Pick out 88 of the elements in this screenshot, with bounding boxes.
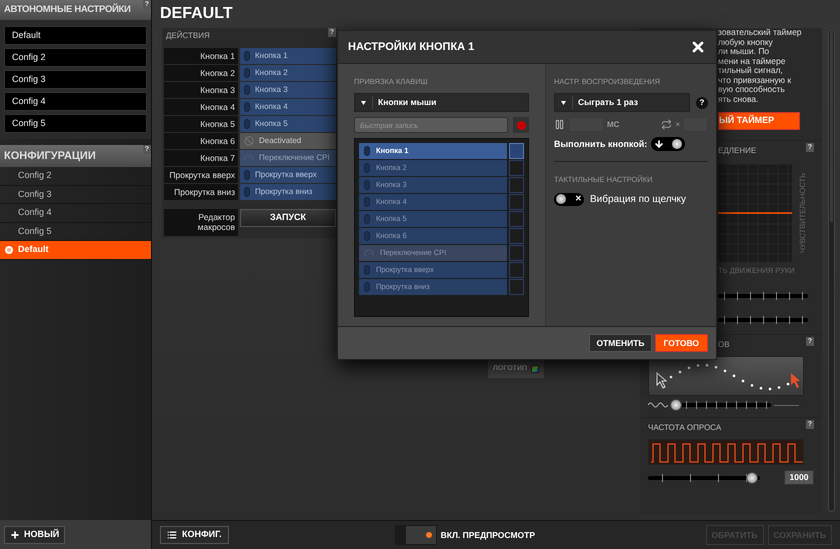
multiply-label: × bbox=[675, 118, 680, 131]
page-title: DEFAULT bbox=[160, 4, 233, 24]
binding-button[interactable]: Переключение CPI bbox=[240, 150, 336, 166]
option-checkbox[interactable] bbox=[509, 245, 524, 261]
config-item[interactable]: Config 3 bbox=[0, 186, 151, 204]
action-label: Кнопка 7 bbox=[164, 150, 238, 166]
option-checkbox[interactable] bbox=[509, 143, 524, 159]
binding-button[interactable]: Кнопка 3 bbox=[240, 82, 336, 98]
slider-thumb[interactable] bbox=[746, 472, 758, 484]
action-label: Кнопка 6 bbox=[164, 133, 238, 149]
preview-switch[interactable] bbox=[394, 525, 437, 545]
option-checkbox[interactable] bbox=[509, 177, 524, 193]
caret-icon bbox=[361, 100, 366, 105]
vibration-toggle[interactable]: ✕ bbox=[554, 192, 584, 206]
action-label: Кнопка 4 bbox=[164, 99, 238, 115]
option-checkbox[interactable] bbox=[509, 160, 524, 176]
description-text: мени на таймере bbox=[718, 56, 786, 66]
preview-label: ВКЛ. ПРЕДПРОСМОТР bbox=[440, 528, 536, 542]
description-text: тильный сигнал, bbox=[718, 66, 783, 76]
profile-item[interactable]: Config 4 bbox=[4, 92, 147, 111]
description-text: вую способность bbox=[718, 85, 786, 94]
launch-button[interactable]: ЗАПУСК bbox=[240, 209, 336, 227]
config-item[interactable]: Default bbox=[0, 241, 151, 260]
option-checkbox[interactable] bbox=[509, 211, 524, 227]
config-item[interactable]: Config 2 bbox=[0, 167, 151, 186]
plus-icon bbox=[10, 530, 20, 540]
playback-dropdown[interactable]: Сыграть 1 раз bbox=[554, 93, 690, 112]
slider[interactable] bbox=[671, 399, 771, 412]
dialog-title: НАСТРОЙКИ КНОПКА 1 bbox=[348, 39, 474, 55]
close-icon[interactable] bbox=[690, 39, 706, 55]
unit-label: МС bbox=[607, 118, 620, 131]
pause-icon bbox=[554, 119, 565, 130]
section-title: КОНФИГУРАЦИИ bbox=[4, 149, 96, 164]
polling-rate-value: 1000 bbox=[784, 470, 814, 486]
section-title: АВТОНОМНЫЕ НАСТРОЙКИ bbox=[4, 2, 131, 17]
section-title: ЕДЛЕНИЕ bbox=[718, 145, 756, 157]
description-text: ли мыши. По bbox=[718, 47, 770, 56]
wave-icon bbox=[648, 401, 668, 410]
profile-item[interactable]: Config 5 bbox=[4, 114, 147, 133]
description-text: что привязанную к bbox=[718, 76, 792, 85]
record-button[interactable] bbox=[513, 117, 529, 134]
binding-button[interactable]: Кнопка 5 bbox=[240, 116, 336, 132]
slider[interactable] bbox=[648, 472, 760, 484]
down-arrow-icon bbox=[654, 139, 664, 150]
binding-button[interactable]: Кнопка 2 bbox=[240, 65, 336, 81]
option-checkbox[interactable] bbox=[509, 279, 524, 295]
option-checkbox[interactable] bbox=[509, 194, 524, 210]
profile-item[interactable]: Config 3 bbox=[4, 70, 147, 89]
help-button[interactable]: ? bbox=[696, 96, 708, 109]
section-title: ЧАСТОТА ОПРОСА bbox=[648, 422, 722, 434]
cancel-button[interactable]: ОТМЕНИТЬ bbox=[589, 334, 652, 352]
execute-toggle[interactable] bbox=[651, 137, 686, 152]
slider-thumb[interactable] bbox=[670, 399, 682, 412]
binding-button[interactable]: Прокрутка вверх bbox=[240, 167, 336, 183]
caret-icon bbox=[561, 100, 566, 105]
binding-button[interactable]: Кнопка 1 bbox=[240, 48, 336, 64]
color-swatch-icon bbox=[531, 365, 540, 373]
config-button[interactable]: КОНФИГ. bbox=[160, 526, 229, 544]
description-text: ять снова. bbox=[718, 94, 760, 104]
execute-label: Выполнить кнопкой: bbox=[554, 138, 648, 150]
option-checkbox[interactable] bbox=[509, 228, 524, 244]
new-button[interactable]: НОВЫЙ bbox=[4, 526, 66, 544]
action-label: Кнопка 1 bbox=[164, 48, 238, 64]
profile-item[interactable]: Default bbox=[4, 26, 147, 45]
panel-title: ДЕЙСТВИЯ bbox=[166, 30, 210, 42]
binding-button[interactable]: Прокрутка вниз bbox=[240, 184, 336, 200]
list-icon bbox=[167, 530, 177, 540]
gauge-icon bbox=[364, 248, 374, 258]
config-item[interactable]: Config 4 bbox=[0, 204, 151, 222]
vibration-label: Вибрация по щелчку bbox=[590, 192, 686, 206]
binding-button[interactable]: Кнопка 4 bbox=[240, 99, 336, 115]
action-label: Кнопка 3 bbox=[164, 82, 238, 98]
macro-label: Редактор макросов bbox=[164, 209, 238, 236]
repeat-icon bbox=[661, 119, 672, 130]
timer-button[interactable]: ЫЙ ТАЙМЕР bbox=[718, 112, 800, 130]
binding-button[interactable]: Deactivated bbox=[240, 133, 336, 149]
disabled-icon bbox=[244, 136, 254, 146]
action-label: Кнопка 2 bbox=[164, 65, 238, 81]
option-checkbox[interactable] bbox=[509, 262, 524, 278]
description-text: любую кнопку bbox=[718, 38, 773, 47]
section-title: ОВ bbox=[718, 339, 730, 352]
action-label: Прокрутка вверх bbox=[164, 167, 238, 183]
description-text: зовательский таймер bbox=[718, 28, 803, 38]
profile-item[interactable]: Config 2 bbox=[4, 48, 147, 67]
action-label: Прокрутка вниз bbox=[164, 184, 238, 200]
done-button[interactable]: ГОТОВО bbox=[654, 334, 708, 352]
action-label: Кнопка 5 bbox=[164, 116, 238, 132]
binding-dropdown[interactable]: Кнопки мыши bbox=[354, 93, 529, 112]
